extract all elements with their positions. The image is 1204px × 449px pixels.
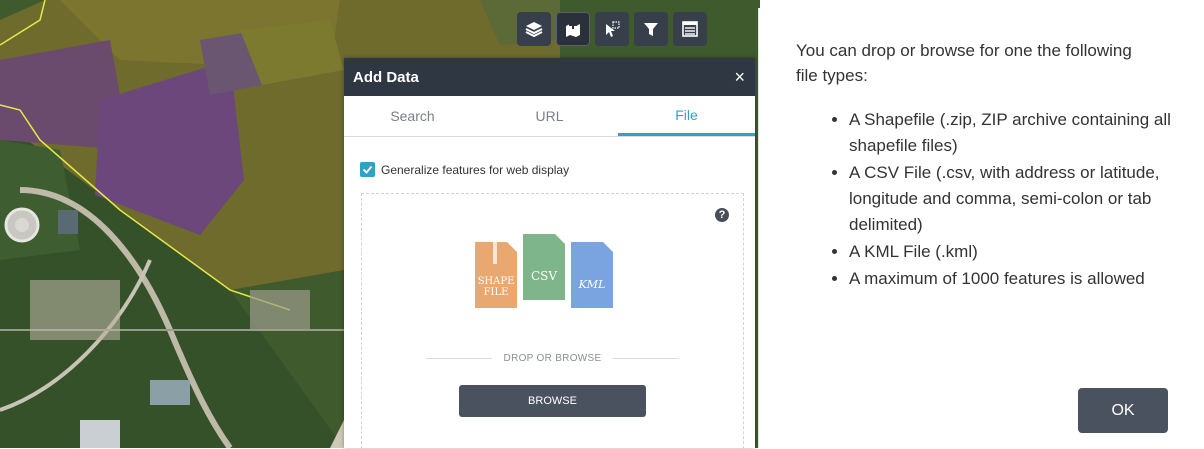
csv-file-icon: CSV <box>523 234 565 300</box>
shapefile-icon: SHAPE FILE <box>475 242 517 308</box>
file-type-icons: SHAPE FILE CSV KML <box>475 234 613 308</box>
filter-icon <box>644 23 658 36</box>
panel-header: Add Data × <box>344 58 755 96</box>
file-types-list: A Shapefile (.zip, ZIP archive containin… <box>811 107 1189 293</box>
layers-button[interactable] <box>517 12 551 46</box>
drop-zone[interactable]: ? SHAPE FILE CSV KML DROP OR BROWSE BROW… <box>361 193 744 449</box>
tab-search[interactable]: Search <box>344 96 481 136</box>
tab-bar: Search URL File <box>344 96 755 137</box>
list-item: A maximum of 1000 features is allowed <box>849 266 1189 292</box>
file-types-dialog: You can drop or browse for one the follo… <box>758 8 1204 448</box>
checkmark-icon <box>362 165 373 174</box>
list-item: A KML File (.kml) <box>849 239 1189 265</box>
attribute-table-button[interactable] <box>673 12 707 46</box>
browse-button[interactable]: BROWSE <box>459 385 646 417</box>
select-button[interactable] <box>595 12 629 46</box>
list-item: A Shapefile (.zip, ZIP archive containin… <box>849 107 1189 159</box>
divider <box>426 358 492 359</box>
divider <box>613 358 680 359</box>
help-icon[interactable]: ? <box>715 208 729 222</box>
generalize-checkbox[interactable] <box>360 162 375 177</box>
tab-file[interactable]: File <box>618 96 755 136</box>
list-item: A CSV File (.csv, with address or latitu… <box>849 160 1189 238</box>
select-icon <box>606 21 620 37</box>
generalize-option[interactable]: Generalize features for web display <box>360 162 569 177</box>
dialog-intro: You can drop or browse for one the follo… <box>796 41 1132 85</box>
add-data-button[interactable] <box>556 12 590 46</box>
kml-label: KML <box>578 278 606 291</box>
tab-url[interactable]: URL <box>481 96 618 136</box>
attribute-table-icon <box>682 21 698 37</box>
add-data-icon <box>566 21 580 37</box>
generalize-label: Generalize features for web display <box>381 162 570 177</box>
drop-or-browse: DROP OR BROWSE <box>426 353 680 364</box>
panel-title: Add Data <box>353 68 419 86</box>
add-data-panel: Add Data × Search URL File Generalize fe… <box>344 58 755 449</box>
csv-label: CSV <box>531 269 557 283</box>
ok-button[interactable]: OK <box>1078 388 1168 433</box>
filter-button[interactable] <box>634 12 668 46</box>
layers-icon <box>525 22 543 38</box>
shapefile-label-line1: SHAPE <box>478 276 515 287</box>
shapefile-label-line2: FILE <box>484 287 509 298</box>
kml-file-icon: KML <box>571 242 613 308</box>
map-toolbar <box>517 12 707 46</box>
close-icon[interactable]: × <box>734 68 745 86</box>
drop-or-browse-label: DROP OR BROWSE <box>503 353 602 364</box>
